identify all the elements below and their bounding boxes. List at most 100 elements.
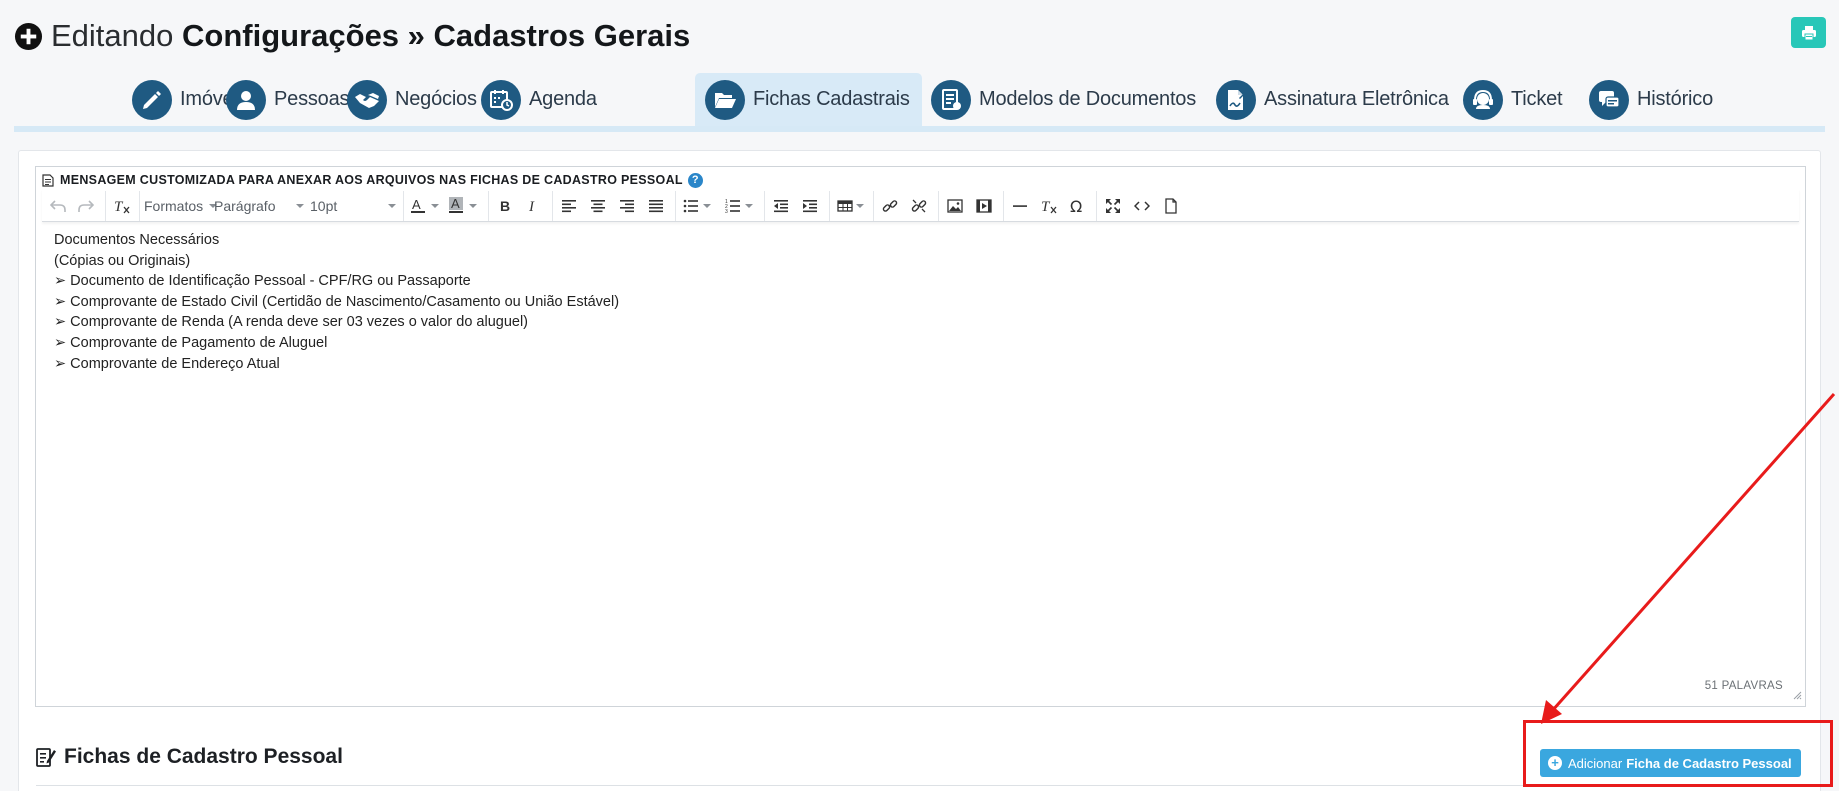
content-line: ➢ Comprovante de Renda (A renda deve ser… bbox=[54, 314, 529, 331]
svg-text:3: 3 bbox=[725, 209, 728, 213]
align-left-icon bbox=[562, 200, 576, 213]
font-size-dropdown[interactable]: 10pt bbox=[310, 193, 396, 219]
insert-image-button[interactable] bbox=[943, 193, 967, 219]
content-line: Documentos Necessários bbox=[54, 232, 220, 248]
outdent-button[interactable] bbox=[769, 193, 793, 219]
bullet-list-button[interactable] bbox=[680, 193, 716, 219]
insert-media-button[interactable] bbox=[972, 193, 996, 219]
unlink-icon bbox=[911, 199, 927, 213]
section-title: Fichas de Cadastro Pessoal bbox=[36, 745, 343, 769]
align-left-button[interactable] bbox=[557, 193, 581, 219]
font-size-label: 10pt bbox=[310, 198, 338, 214]
indent-icon bbox=[803, 200, 817, 213]
chat-history-icon bbox=[1599, 90, 1620, 108]
editor-label: MENSAGEM CUSTOMIZADA PARA ANEXAR AOS ARQ… bbox=[42, 171, 703, 189]
undo-icon bbox=[50, 200, 66, 212]
section-title-text: Fichas de Cadastro Pessoal bbox=[64, 745, 343, 768]
table-icon bbox=[837, 200, 864, 212]
align-center-button[interactable] bbox=[586, 193, 610, 219]
align-justify-icon bbox=[649, 200, 663, 213]
italic-icon: I bbox=[528, 199, 535, 214]
rich-text-editor: MENSAGEM CUSTOMIZADA PARA ANEXAR AOS ARQ… bbox=[35, 166, 1806, 707]
horizontal-rule-button[interactable] bbox=[1008, 193, 1032, 219]
help-icon[interactable]: ? bbox=[687, 172, 703, 188]
new-document-button[interactable] bbox=[1159, 193, 1183, 219]
highlight-color-icon: A bbox=[449, 197, 477, 213]
align-center-icon bbox=[591, 200, 605, 213]
printer-icon bbox=[1801, 25, 1816, 40]
edit-note-icon bbox=[36, 748, 56, 767]
svg-text:T: T bbox=[1041, 199, 1051, 214]
resize-handle-icon[interactable] bbox=[1792, 690, 1802, 700]
undo-button[interactable] bbox=[46, 193, 70, 219]
folder-open-icon bbox=[715, 92, 736, 108]
svg-text:T: T bbox=[114, 199, 124, 214]
formats-dropdown[interactable]: Formatos bbox=[144, 193, 218, 219]
tab-label: Agenda bbox=[529, 88, 597, 110]
redo-button[interactable] bbox=[74, 193, 98, 219]
svg-text:I: I bbox=[528, 199, 535, 214]
tab-fichas-cadastrais[interactable]: Fichas Cadastrais bbox=[695, 73, 922, 126]
print-button[interactable] bbox=[1791, 17, 1826, 48]
text-color-icon: A bbox=[411, 197, 439, 213]
handshake-icon bbox=[355, 92, 379, 108]
tab-ticket[interactable]: Ticket bbox=[1453, 73, 1572, 126]
align-right-icon bbox=[620, 200, 634, 213]
fullscreen-button[interactable] bbox=[1101, 193, 1125, 219]
source-code-button[interactable] bbox=[1130, 193, 1154, 219]
tab-historico[interactable]: Histórico bbox=[1579, 73, 1723, 126]
tab-agenda[interactable]: Agenda bbox=[471, 73, 607, 126]
special-character-button[interactable]: Ω bbox=[1066, 193, 1090, 219]
headset-icon bbox=[1473, 89, 1493, 109]
tab-bar: Imóvel Pessoas Negócios Agenda Fichas Ca… bbox=[14, 73, 1825, 132]
tab-label: Ticket bbox=[1511, 88, 1563, 110]
tab-label: Fichas Cadastrais bbox=[753, 88, 910, 110]
svg-text:B: B bbox=[500, 198, 510, 214]
bold-icon: B bbox=[500, 198, 510, 214]
remove-format-button[interactable]: T bbox=[1037, 193, 1061, 219]
link-icon bbox=[882, 200, 898, 212]
table-button[interactable] bbox=[834, 193, 868, 219]
tab-negocios[interactable]: Negócios bbox=[337, 73, 487, 126]
pencil-icon bbox=[143, 90, 161, 109]
content-line: ➢ Comprovante de Pagamento de Aluguel bbox=[54, 334, 328, 351]
paragraph-dropdown[interactable]: Parágrafo bbox=[214, 193, 304, 219]
redo-icon bbox=[78, 200, 94, 212]
document-list-icon bbox=[942, 88, 961, 110]
insert-link-button[interactable] bbox=[878, 193, 902, 219]
numbered-list-button[interactable]: 123 bbox=[722, 193, 758, 219]
calendar-clock-icon bbox=[490, 89, 513, 111]
image-icon bbox=[947, 199, 963, 213]
clear-format-button[interactable]: T bbox=[109, 193, 135, 219]
tab-label: Modelos de Documentos bbox=[979, 88, 1197, 110]
page-title: Editando Configurações » Cadastros Gerai… bbox=[51, 18, 690, 54]
content-line: ➢ Comprovante de Estado Civil (Certidão … bbox=[54, 293, 620, 310]
signature-icon bbox=[1228, 89, 1246, 110]
svg-text:A: A bbox=[412, 197, 421, 212]
plus-circle-icon bbox=[14, 22, 43, 50]
media-icon bbox=[976, 199, 992, 213]
page-title-prefix: Editando bbox=[51, 18, 174, 53]
highlight-color-button[interactable]: A bbox=[446, 193, 482, 219]
clear-format-icon: T bbox=[114, 199, 130, 214]
document-icon bbox=[42, 173, 54, 187]
tab-label: Assinatura Eletrônica bbox=[1264, 88, 1449, 110]
align-justify-button[interactable] bbox=[644, 193, 668, 219]
paragraph-label: Parágrafo bbox=[214, 198, 276, 214]
content-line: ➢ Documento de Identificação Pessoal - C… bbox=[54, 273, 471, 290]
tab-assinatura-eletronica[interactable]: Assinatura Eletrônica bbox=[1206, 73, 1459, 126]
content-panel: MENSAGEM CUSTOMIZADA PARA ANEXAR AOS ARQ… bbox=[18, 150, 1821, 791]
indent-button[interactable] bbox=[798, 193, 822, 219]
numbered-list-icon: 123 bbox=[725, 199, 753, 213]
remove-link-button[interactable] bbox=[907, 193, 931, 219]
italic-button[interactable]: I bbox=[521, 193, 545, 219]
bullet-list-icon bbox=[683, 199, 711, 213]
page-header: Editando Configurações » Cadastros Gerai… bbox=[14, 16, 690, 56]
bold-button[interactable]: B bbox=[493, 193, 517, 219]
editor-content[interactable]: Documentos Necessários (Cópias ou Origin… bbox=[54, 230, 619, 374]
text-color-button[interactable]: A bbox=[408, 193, 444, 219]
tab-modelos-de-documentos[interactable]: Modelos de Documentos bbox=[921, 73, 1206, 126]
align-right-button[interactable] bbox=[615, 193, 639, 219]
remove-format-icon: T bbox=[1041, 199, 1057, 214]
omega-icon: Ω bbox=[1070, 198, 1082, 214]
